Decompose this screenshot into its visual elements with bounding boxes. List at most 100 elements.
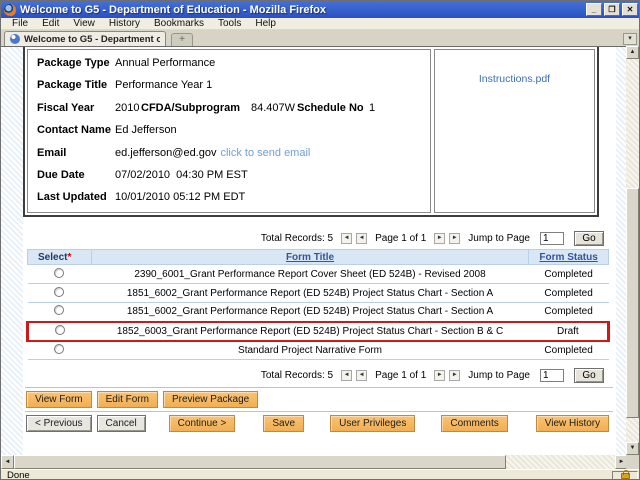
security-indicator[interactable] [612, 469, 638, 479]
tab-bar: Welcome to G5 - Department of Edu... + ▾ [1, 30, 639, 46]
required-asterisk: * [67, 251, 72, 263]
divider [25, 411, 613, 412]
field-label: CFDA/Subprogram [141, 101, 240, 114]
menu-item[interactable]: File [5, 18, 35, 29]
action-button[interactable]: User Privileges [330, 415, 416, 432]
field-value: 2010 [115, 101, 140, 114]
select-cell [26, 320, 92, 342]
field-label: Due Date [37, 168, 85, 181]
restore-button[interactable]: ❐ [604, 3, 620, 16]
menu-item[interactable]: View [66, 18, 102, 29]
table-header-row: Select* Form Title Form Status [27, 249, 609, 265]
first-page-icon[interactable]: ◄ [341, 232, 353, 244]
form-action-buttons: View Form Edit Form Preview Package [26, 391, 616, 408]
field-label: Package Title [37, 79, 108, 92]
action-button[interactable]: Cancel [96, 415, 146, 432]
form-title-cell: 1852_6003_Grant Performance Report (ED 5… [91, 320, 529, 342]
action-button[interactable]: Comments [441, 415, 508, 432]
instructions-panel: Instructions.pdf [434, 49, 595, 213]
pagination-bottom: Total Records: 5 ◄ ◄ Page 1 of 1 ► ► Jum… [23, 367, 616, 383]
form-title-sort-link[interactable]: Form Title [286, 252, 334, 263]
form-status-sort-link[interactable]: Form Status [539, 252, 597, 263]
send-email-link[interactable]: click to send email [220, 147, 310, 159]
form-title-column-header: Form Title [90, 249, 530, 265]
form-title-cell: 1851_6002_Grant Performance Report (ED 5… [91, 283, 529, 303]
scroll-left-icon[interactable]: ◄ [1, 455, 14, 469]
action-button[interactable]: View Form [26, 391, 92, 408]
jump-to-page-label: Jump to Page [468, 232, 530, 244]
vertical-scroll-thumb[interactable] [626, 188, 639, 418]
field-value: Ed Jefferson [115, 124, 177, 137]
menu-item[interactable]: Edit [35, 18, 66, 29]
new-tab-button[interactable]: + [171, 33, 193, 46]
last-page-icon[interactable]: ► [449, 232, 461, 244]
scroll-down-icon[interactable]: ▼ [626, 442, 639, 455]
active-tab[interactable]: Welcome to G5 - Department of Edu... [4, 31, 166, 46]
title-bar: Welcome to G5 - Department of Education … [1, 1, 639, 18]
menu-item[interactable]: Tools [211, 18, 248, 29]
scrollbar-corner [626, 455, 639, 469]
go-button[interactable]: Go [574, 230, 604, 246]
menu-item[interactable]: Bookmarks [147, 18, 211, 29]
email-value: ed.jefferson@ed.gov [115, 146, 217, 159]
tab-title: Welcome to G5 - Department of Edu... [24, 33, 160, 45]
menu-item[interactable]: Help [248, 18, 283, 29]
firefox-icon [4, 3, 16, 16]
field-label: Fiscal Year [37, 101, 95, 114]
action-button[interactable]: Preview Package [162, 391, 259, 408]
minimize-button[interactable]: _ [586, 3, 602, 16]
next-page-icon[interactable]: ► [434, 232, 446, 244]
field-value: 10/01/2010 05:12 PM EDT [115, 191, 246, 204]
action-button[interactable]: < Previous [26, 415, 92, 432]
form-select-radio[interactable] [54, 286, 65, 297]
form-status-cell: Draft [528, 320, 610, 342]
vertical-scrollbar[interactable]: ▲ ▼ [626, 46, 639, 455]
form-title-cell: 2390_6001_Grant Performance Report Cover… [91, 264, 529, 284]
page-content: Package Type Annual Performance Package … [23, 47, 616, 455]
tab-list-dropdown-icon[interactable]: ▾ [623, 33, 637, 45]
select-cell [27, 283, 92, 303]
form-select-radio[interactable] [54, 343, 65, 354]
lock-icon [620, 469, 630, 479]
form-select-radio[interactable] [54, 305, 65, 316]
action-button[interactable]: Save [263, 415, 305, 432]
prev-page-icon[interactable]: ◄ [356, 369, 368, 381]
next-page-icon[interactable]: ► [434, 369, 446, 381]
first-page-icon[interactable]: ◄ [341, 369, 353, 381]
horizontal-scrollbar[interactable]: ◄ ► [1, 455, 628, 469]
form-select-radio[interactable] [55, 324, 66, 335]
instructions-pdf-link[interactable]: Instructions.pdf [479, 73, 550, 85]
form-title-cell: Standard Project Narrative Form [91, 340, 529, 360]
field-label: Last Updated [37, 191, 107, 204]
horizontal-scroll-thumb[interactable] [14, 455, 506, 469]
table-row: 1852_6003_Grant Performance Report (ED 5… [26, 320, 610, 342]
scroll-up-icon[interactable]: ▲ [626, 46, 639, 59]
total-records-label: Total Records: 5 [260, 232, 334, 244]
form-title-cell: 1851_6002_Grant Performance Report (ED 5… [91, 302, 529, 322]
go-button[interactable]: Go [574, 367, 604, 383]
jump-to-page-input[interactable] [540, 231, 564, 245]
jump-to-page-input[interactable] [540, 368, 564, 382]
menu-item[interactable]: History [102, 18, 147, 29]
field-label: Contact Name [37, 124, 111, 137]
field-label: Email [37, 146, 67, 159]
page-viewport: Package Type Annual Performance Package … [1, 46, 628, 455]
form-status-cell: Completed [528, 340, 609, 360]
action-button[interactable]: Continue > [168, 415, 236, 432]
pagination-top: Total Records: 5 ◄ ◄ Page 1 of 1 ► ► Jum… [23, 230, 616, 246]
form-select-radio[interactable] [54, 267, 65, 278]
action-button[interactable]: View History [535, 415, 610, 432]
action-button[interactable]: Edit Form [96, 391, 158, 408]
prev-page-icon[interactable]: ◄ [356, 232, 368, 244]
status-bar: Done [1, 469, 639, 480]
package-detail-frames: Package Type Annual Performance Package … [23, 47, 599, 217]
close-button[interactable]: ✕ [622, 3, 638, 16]
field-value: 07/02/2010 04:30 PM EST [115, 168, 248, 181]
select-column-header: Select* [27, 249, 92, 265]
field-value: Performance Year 1 [115, 79, 213, 92]
window-title: Welcome to G5 - Department of Education … [20, 3, 326, 16]
status-text: Done [7, 470, 30, 480]
select-cell [27, 264, 92, 284]
navigation-buttons: < Previous Cancel Continue > Save User P… [26, 415, 616, 432]
last-page-icon[interactable]: ► [449, 369, 461, 381]
